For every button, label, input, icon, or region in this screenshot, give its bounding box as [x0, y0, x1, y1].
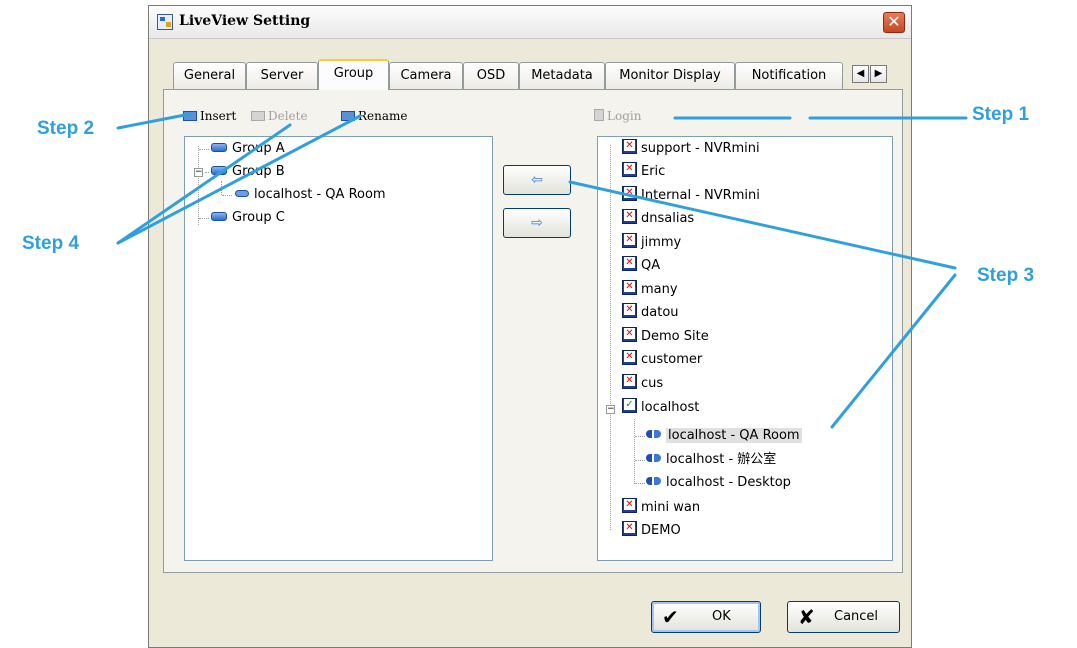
add-to-group-button[interactable]: ⇦	[503, 165, 571, 195]
tab-general[interactable]: General	[173, 62, 246, 89]
delete-label: Delete	[268, 109, 308, 123]
server-node[interactable]: DEMO	[622, 521, 681, 539]
disconnected-icon	[622, 162, 637, 177]
camera-channel-icon	[646, 453, 662, 463]
disconnected-icon	[622, 209, 637, 224]
disconnected-icon	[622, 374, 637, 389]
cancel-label: Cancel	[834, 609, 879, 624]
login-icon	[594, 109, 604, 121]
connected-icon	[622, 398, 637, 413]
title-bar: LiveView Setting ✕	[149, 6, 911, 39]
server-node[interactable]: dnsalias	[622, 209, 694, 227]
disconnected-icon	[622, 256, 637, 271]
step-2-label: Step 2	[37, 118, 95, 139]
step-4-label: Step 4	[22, 233, 80, 254]
server-node[interactable]: QA	[622, 256, 660, 274]
camera-node[interactable]: localhost - Desktop	[646, 474, 791, 492]
tab-metadata[interactable]: Metadata	[519, 62, 605, 89]
insert-label: Insert	[200, 109, 237, 123]
disconnected-icon	[622, 186, 637, 201]
login-label: Login	[607, 109, 642, 123]
remove-from-group-button[interactable]: ⇨	[503, 208, 571, 238]
server-node[interactable]: customer	[622, 350, 702, 368]
tab-scroll-left-button[interactable]: ◀	[852, 65, 869, 83]
step-1-label: Step 1	[972, 104, 1030, 125]
server-node[interactable]: jimmy	[622, 233, 681, 251]
group-icon	[211, 143, 227, 152]
server-node[interactable]: Demo Site	[622, 327, 709, 345]
camera-icon	[235, 190, 249, 197]
disconnected-icon	[622, 139, 637, 154]
group-tree[interactable]: − Group A Group B localhost - QA Room Gr…	[184, 136, 493, 561]
login-button[interactable]: Login	[594, 107, 641, 125]
server-node[interactable]: many	[622, 280, 678, 298]
server-node[interactable]: datou	[622, 303, 679, 321]
tab-server[interactable]: Server	[246, 62, 318, 89]
tab-group[interactable]: Group	[318, 59, 389, 90]
camera-node-qa-room[interactable]: localhost - QA Room	[646, 427, 802, 445]
window-title: LiveView Setting	[179, 13, 311, 29]
group-icon	[211, 212, 227, 221]
tree-node-group-a[interactable]: Group A	[211, 140, 285, 158]
camera-channel-icon	[646, 476, 662, 486]
server-tree[interactable]: − support - NVRmini Eric Internal - NVRm…	[597, 136, 893, 561]
tab-monitor-display[interactable]: Monitor Display	[605, 62, 735, 89]
disconnected-icon	[622, 303, 637, 318]
server-node[interactable]: Internal - NVRmini	[622, 186, 760, 204]
server-node[interactable]: Eric	[622, 162, 665, 180]
delete-icon	[251, 111, 265, 121]
tree-node-camera[interactable]: localhost - QA Room	[235, 186, 386, 204]
tab-notification[interactable]: Notification	[735, 62, 843, 89]
disconnected-icon	[622, 233, 637, 248]
check-icon: ✔	[662, 605, 679, 629]
disconnected-icon	[622, 350, 637, 365]
rename-label: Rename	[358, 109, 408, 123]
liveview-setting-dialog: LiveView Setting ✕ General Server Group …	[148, 5, 912, 648]
rename-button[interactable]: Rename	[341, 107, 408, 125]
group-icon	[211, 166, 227, 175]
group-b-collapse-toggle[interactable]: −	[194, 168, 203, 177]
server-node[interactable]: cus	[622, 374, 663, 392]
localhost-collapse-toggle[interactable]: −	[606, 405, 615, 414]
disconnected-icon	[622, 521, 637, 536]
tab-camera[interactable]: Camera	[389, 62, 463, 89]
tree-node-group-c[interactable]: Group C	[211, 209, 285, 227]
delete-button[interactable]: Delete	[251, 107, 308, 125]
close-button[interactable]: ✕	[883, 12, 905, 33]
disconnected-icon	[622, 327, 637, 342]
camera-channel-icon	[646, 429, 662, 439]
ok-button[interactable]: ✔ OK	[651, 601, 761, 633]
tab-osd[interactable]: OSD	[463, 62, 519, 89]
server-node[interactable]: support - NVRmini	[622, 139, 760, 157]
tree-node-group-b[interactable]: Group B	[211, 163, 285, 181]
insert-button[interactable]: Insert	[183, 107, 236, 125]
app-icon	[157, 14, 173, 30]
server-node-localhost[interactable]: localhost	[622, 398, 699, 416]
insert-icon	[183, 111, 197, 121]
server-node[interactable]: mini wan	[622, 498, 700, 516]
step-3-label: Step 3	[977, 265, 1035, 286]
tab-scroll-right-button[interactable]: ▶	[870, 65, 887, 83]
ok-label: OK	[712, 609, 731, 624]
rename-icon	[341, 111, 355, 121]
disconnected-icon	[622, 280, 637, 295]
cross-icon: ✘	[798, 605, 815, 629]
disconnected-icon	[622, 498, 637, 513]
camera-node[interactable]: localhost - 辦公室	[646, 451, 776, 469]
cancel-button[interactable]: ✘ Cancel	[787, 601, 900, 633]
